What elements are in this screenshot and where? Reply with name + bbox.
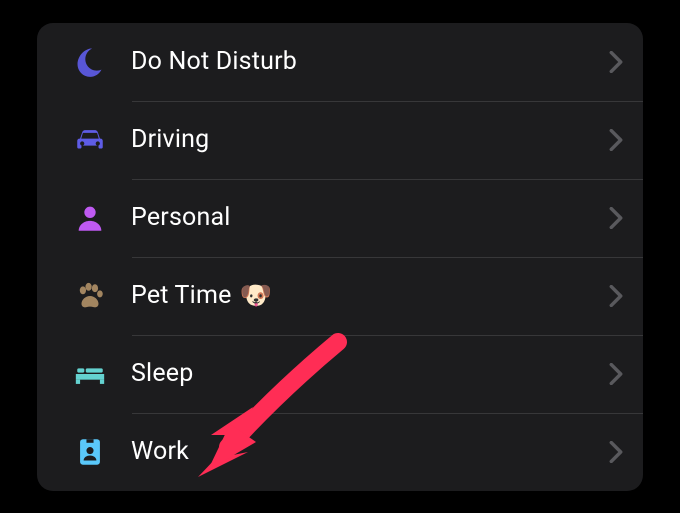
chevron-right-icon: [609, 441, 623, 463]
focus-mode-pet-time[interactable]: Pet Time 🐶: [37, 257, 643, 335]
paw-icon: [59, 279, 121, 313]
focus-mode-work[interactable]: Work: [37, 413, 643, 491]
focus-mode-label: Personal: [121, 203, 609, 232]
focus-mode-sleep[interactable]: Sleep: [37, 335, 643, 413]
focus-mode-label: Pet Time 🐶: [121, 281, 609, 311]
chevron-right-icon: [609, 129, 623, 151]
focus-mode-list: Do Not Disturb Driving Personal: [37, 23, 643, 491]
badge-icon: [59, 435, 121, 469]
chevron-right-icon: [609, 207, 623, 229]
dog-emoji: 🐶: [240, 281, 273, 311]
focus-mode-do-not-disturb[interactable]: Do Not Disturb: [37, 23, 643, 101]
focus-mode-label: Driving: [121, 125, 609, 154]
focus-mode-label: Do Not Disturb: [121, 47, 609, 76]
bed-icon: [59, 357, 121, 391]
person-icon: [59, 201, 121, 235]
chevron-right-icon: [609, 285, 623, 307]
focus-mode-label: Work: [121, 437, 609, 466]
chevron-right-icon: [609, 363, 623, 385]
focus-mode-label: Sleep: [121, 359, 609, 388]
chevron-right-icon: [609, 51, 623, 73]
focus-mode-personal[interactable]: Personal: [37, 179, 643, 257]
moon-icon: [59, 45, 121, 79]
car-icon: [59, 123, 121, 157]
focus-mode-driving[interactable]: Driving: [37, 101, 643, 179]
